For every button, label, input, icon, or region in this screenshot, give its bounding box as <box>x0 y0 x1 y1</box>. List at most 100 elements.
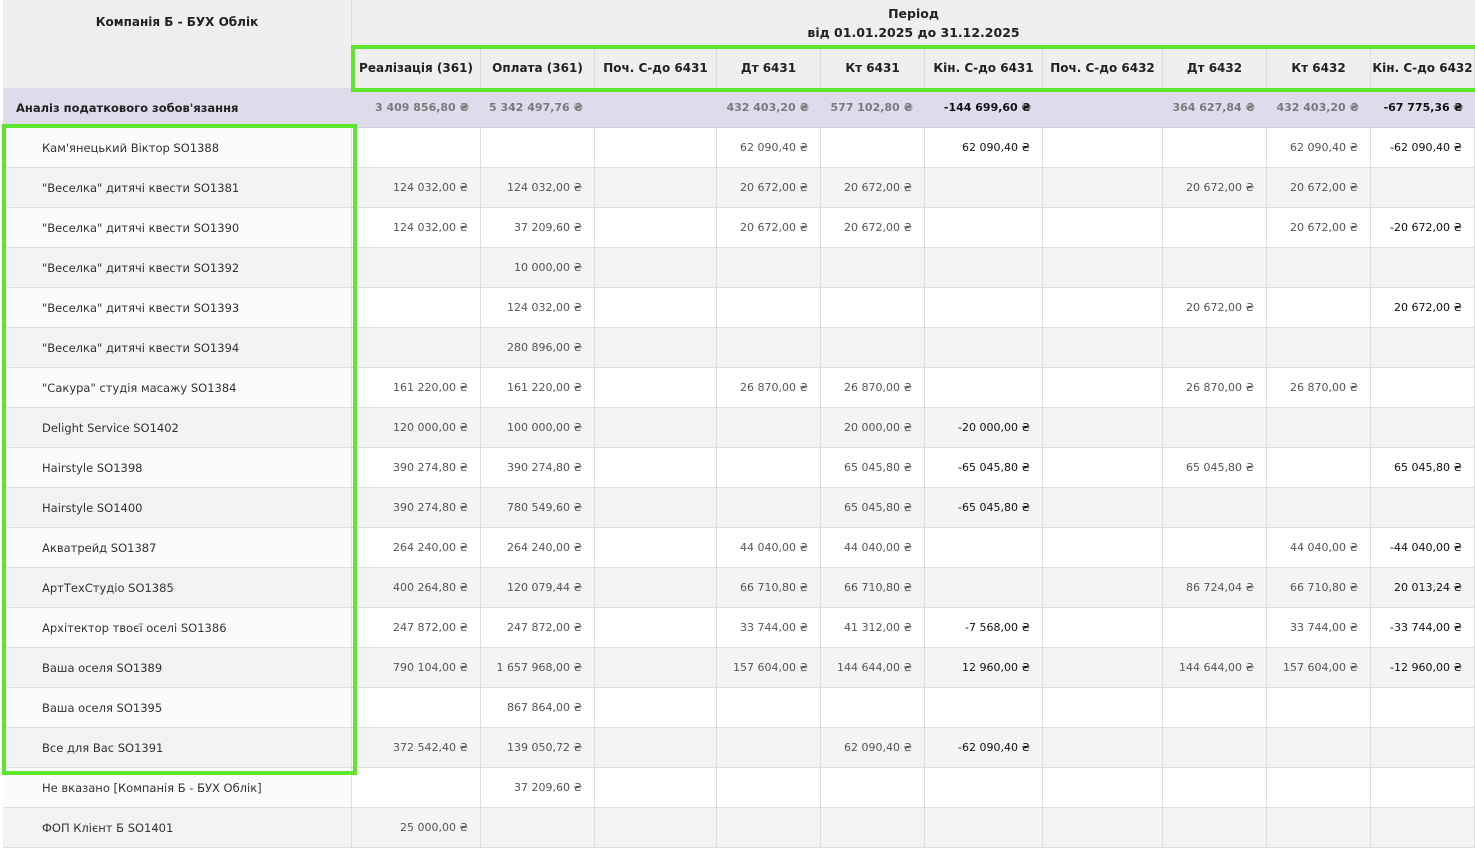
table-cell[interactable] <box>717 408 821 448</box>
table-cell[interactable] <box>1267 768 1371 808</box>
table-cell[interactable]: 100 000,00 ₴ <box>481 408 595 448</box>
table-cell[interactable]: -12 960,00 ₴ <box>1371 648 1475 688</box>
table-cell[interactable] <box>1163 728 1267 768</box>
table-row[interactable]: "Веселка" дитячі квести SO1381 124 032,00… <box>3 168 1475 208</box>
table-cell[interactable] <box>595 128 717 168</box>
table-cell[interactable] <box>1043 368 1163 408</box>
table-cell[interactable]: 867 864,00 ₴ <box>481 688 595 728</box>
table-cell[interactable] <box>481 128 595 168</box>
table-cell[interactable] <box>1267 488 1371 528</box>
table-row[interactable]: Кам'янецький Віктор SO1388 62 090,40 ₴ 62 … <box>3 128 1475 168</box>
table-cell[interactable] <box>595 728 717 768</box>
row-label[interactable]: "Веселка" дитячі квести SO1390 <box>3 208 352 248</box>
row-label[interactable]: "Веселка" дитячі квести SO1393 <box>3 288 352 328</box>
table-row[interactable]: "Веселка" дитячі квести SO1392 10 000,00 … <box>3 248 1475 288</box>
table-cell[interactable]: 66 710,80 ₴ <box>717 568 821 608</box>
table-cell[interactable] <box>717 488 821 528</box>
table-cell[interactable] <box>595 648 717 688</box>
table-cell[interactable] <box>595 488 717 528</box>
column-header[interactable]: Кт 6432 <box>1267 47 1371 88</box>
table-cell[interactable] <box>717 248 821 288</box>
table-cell[interactable]: 20 672,00 ₴ <box>1267 208 1371 248</box>
table-cell[interactable]: 65 045,80 ₴ <box>1371 448 1475 488</box>
table-cell[interactable] <box>595 328 717 368</box>
table-row[interactable]: ФОП Клієнт Б SO1401 25 000,00 ₴ <box>3 808 1475 848</box>
row-label[interactable]: ФОП Клієнт Б SO1401 <box>3 808 352 848</box>
table-cell[interactable]: -20 000,00 ₴ <box>925 408 1043 448</box>
table-cell[interactable] <box>717 288 821 328</box>
table-cell[interactable] <box>717 448 821 488</box>
table-cell[interactable]: 62 090,40 ₴ <box>1267 128 1371 168</box>
table-cell[interactable] <box>1371 168 1475 208</box>
table-cell[interactable]: 26 870,00 ₴ <box>821 368 925 408</box>
table-cell[interactable] <box>595 448 717 488</box>
table-cell[interactable]: 62 090,40 ₴ <box>717 128 821 168</box>
table-cell[interactable]: -44 040,00 ₴ <box>1371 528 1475 568</box>
table-cell[interactable] <box>1043 608 1163 648</box>
table-cell[interactable]: 124 032,00 ₴ <box>352 168 481 208</box>
table-cell[interactable] <box>1043 128 1163 168</box>
table-row[interactable]: Ваша оселя SO1389 790 104,00 ₴ 1 657 968,0… <box>3 648 1475 688</box>
table-cell[interactable] <box>352 328 481 368</box>
row-label[interactable]: Ваша оселя SO1389 <box>3 648 352 688</box>
column-header[interactable]: Поч. С-до 6431 <box>595 47 717 88</box>
table-cell[interactable] <box>1043 328 1163 368</box>
table-cell[interactable]: 124 032,00 ₴ <box>481 168 595 208</box>
table-cell[interactable]: 247 872,00 ₴ <box>481 608 595 648</box>
table-cell[interactable] <box>1371 728 1475 768</box>
table-cell[interactable]: 20 672,00 ₴ <box>821 208 925 248</box>
table-cell[interactable] <box>595 608 717 648</box>
table-cell[interactable] <box>595 248 717 288</box>
table-cell[interactable] <box>1371 768 1475 808</box>
table-cell[interactable] <box>1043 448 1163 488</box>
table-cell[interactable]: 20 672,00 ₴ <box>717 208 821 248</box>
table-cell[interactable] <box>1371 488 1475 528</box>
row-label[interactable]: Архітектор твоєї оселі SO1386 <box>3 608 352 648</box>
table-cell[interactable] <box>717 768 821 808</box>
table-cell[interactable]: 280 896,00 ₴ <box>481 328 595 368</box>
table-cell[interactable] <box>1043 648 1163 688</box>
table-cell[interactable]: -20 672,00 ₴ <box>1371 208 1475 248</box>
column-header[interactable]: Дт 6431 <box>717 47 821 88</box>
table-cell[interactable] <box>1043 208 1163 248</box>
table-row[interactable]: Delight Service SO1402 120 000,00 ₴ 100 00… <box>3 408 1475 448</box>
table-cell[interactable] <box>925 288 1043 328</box>
table-cell[interactable] <box>1267 808 1371 848</box>
table-cell[interactable] <box>595 528 717 568</box>
table-cell[interactable]: 41 312,00 ₴ <box>821 608 925 648</box>
table-cell[interactable] <box>1163 208 1267 248</box>
row-label[interactable]: Hairstyle SO1400 <box>3 488 352 528</box>
table-cell[interactable] <box>925 768 1043 808</box>
table-cell[interactable]: -62 090,40 ₴ <box>925 728 1043 768</box>
table-cell[interactable]: 264 240,00 ₴ <box>481 528 595 568</box>
table-cell[interactable] <box>925 528 1043 568</box>
table-cell[interactable] <box>1043 808 1163 848</box>
table-cell[interactable] <box>1267 688 1371 728</box>
table-cell[interactable]: 20 672,00 ₴ <box>1371 288 1475 328</box>
table-cell[interactable] <box>925 368 1043 408</box>
table-row[interactable]: Hairstyle SO1400 390 274,80 ₴ 780 549,60 ₴… <box>3 488 1475 528</box>
table-cell[interactable]: -7 568,00 ₴ <box>925 608 1043 648</box>
table-row[interactable]: Ваша оселя SO1395 867 864,00 ₴ <box>3 688 1475 728</box>
table-cell[interactable]: 44 040,00 ₴ <box>821 528 925 568</box>
table-cell[interactable] <box>1371 688 1475 728</box>
table-cell[interactable]: 65 045,80 ₴ <box>821 488 925 528</box>
table-cell[interactable] <box>1163 248 1267 288</box>
table-cell[interactable]: 20 672,00 ₴ <box>821 168 925 208</box>
table-cell[interactable]: 26 870,00 ₴ <box>1267 368 1371 408</box>
table-cell[interactable]: 120 079,44 ₴ <box>481 568 595 608</box>
table-cell[interactable] <box>1043 728 1163 768</box>
row-label[interactable]: Ваша оселя SO1395 <box>3 688 352 728</box>
table-cell[interactable] <box>1043 488 1163 528</box>
table-cell[interactable] <box>821 808 925 848</box>
table-cell[interactable] <box>595 568 717 608</box>
table-cell[interactable]: 66 710,80 ₴ <box>1267 568 1371 608</box>
table-cell[interactable]: 66 710,80 ₴ <box>821 568 925 608</box>
table-cell[interactable] <box>595 768 717 808</box>
table-cell[interactable] <box>1163 688 1267 728</box>
table-cell[interactable] <box>717 688 821 728</box>
table-cell[interactable] <box>717 808 821 848</box>
table-cell[interactable]: 20 672,00 ₴ <box>717 168 821 208</box>
table-cell[interactable]: 144 644,00 ₴ <box>821 648 925 688</box>
table-cell[interactable] <box>1267 408 1371 448</box>
